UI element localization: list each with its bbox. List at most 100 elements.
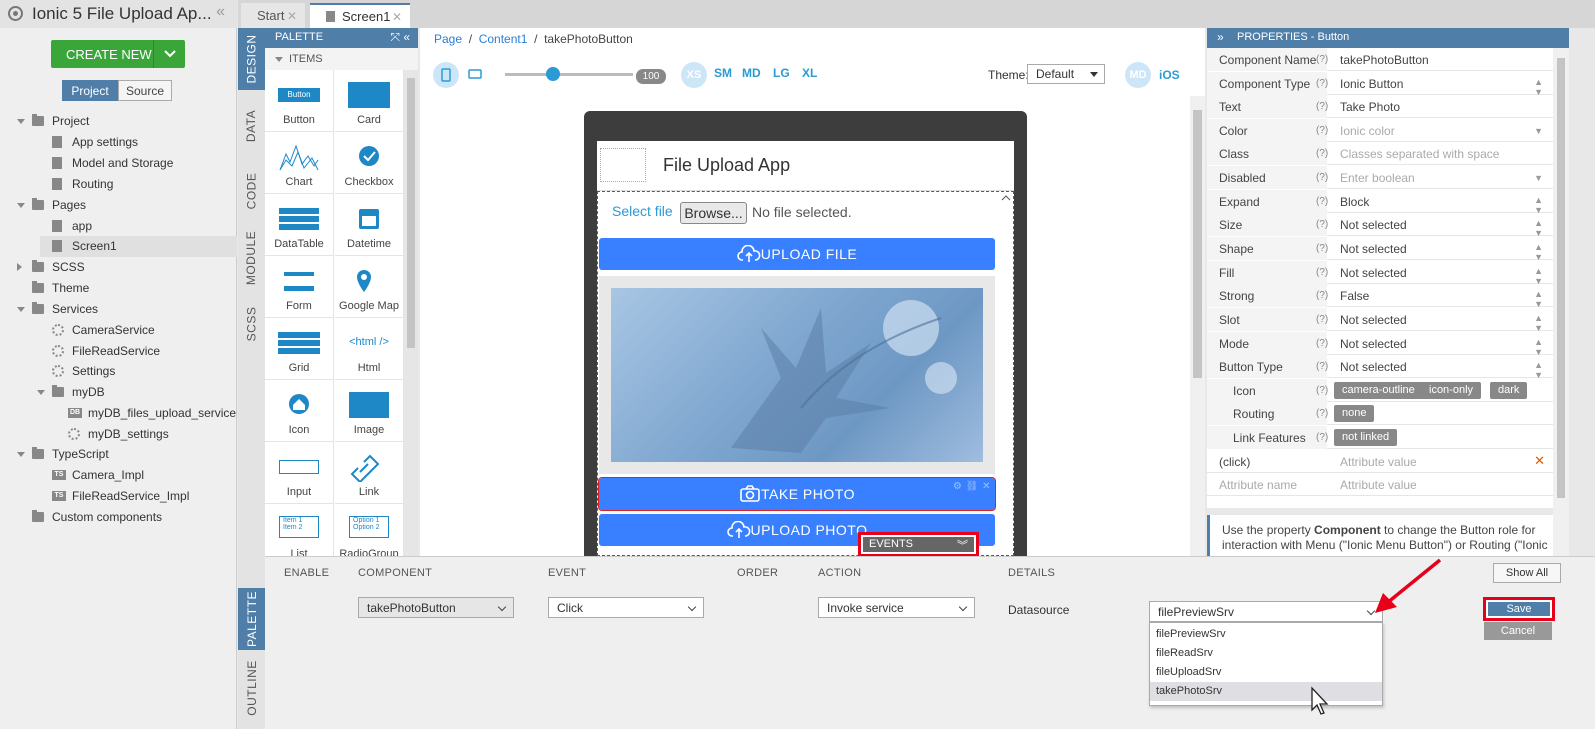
project-tab[interactable]: Project (62, 80, 118, 101)
prop-row-component-name[interactable]: Component Name (?) takePhotoButton (1207, 48, 1553, 71)
prop-row-disabled[interactable]: Disabled (?) Enter boolean ▼ (1207, 166, 1553, 189)
tree-item[interactable]: Screen1 (0, 236, 237, 257)
help-icon[interactable]: (?) (1316, 148, 1328, 159)
spinner-icon[interactable]: ▲ ▼ (1534, 77, 1543, 97)
tab-code[interactable]: CODE (238, 160, 265, 222)
breakpoint-sm[interactable]: SM (714, 66, 732, 80)
select-file-label[interactable]: Select file (612, 203, 673, 219)
close-icon[interactable]: ✕ (1534, 453, 1545, 469)
attribute-name-input[interactable]: Attribute name (1219, 478, 1297, 492)
prop-value[interactable]: Classes separated with space (1340, 147, 1499, 161)
help-icon[interactable]: (?) (1316, 172, 1328, 183)
prop-row-fill[interactable]: Fill (?) Not selected ▲ ▼ (1207, 261, 1553, 286)
prop-row-text[interactable]: Text (?) Take Photo (1207, 95, 1553, 118)
prop-row-strong[interactable]: Strong (?) False ▲ ▼ (1207, 284, 1553, 309)
palette-item-checkbox[interactable]: Checkbox (335, 132, 404, 194)
prop-row-shape[interactable]: Shape (?) Not selected ▲ ▼ (1207, 237, 1553, 262)
double-chevron-right-icon[interactable]: » (1217, 30, 1224, 44)
datasource-select[interactable]: filePreviewSrv (1149, 601, 1383, 622)
breakpoint-md[interactable]: MD (742, 66, 761, 80)
tree-item[interactable]: App settings (0, 132, 237, 153)
tab-start[interactable]: Start ✕ (241, 3, 305, 28)
prop-row-expand[interactable]: Expand (?) Block ▲ ▼ (1207, 190, 1553, 215)
prop-value[interactable]: Take Photo (1340, 100, 1400, 114)
expand-open-icon[interactable] (17, 307, 25, 312)
help-icon[interactable]: (?) (1316, 314, 1328, 325)
prop-row-class[interactable]: Class (?) Classes separated with space (1207, 142, 1553, 165)
element-action-icons[interactable]: ⚙ ⛓ ✕ (953, 481, 991, 492)
tag-camera-outline[interactable]: camera-outline (1334, 382, 1423, 399)
palette-items-toggle[interactable]: ITEMS (265, 48, 418, 70)
tree-item[interactable]: Settings (0, 361, 237, 382)
prop-value[interactable]: False (1340, 289, 1369, 303)
tab-data[interactable]: DATA (238, 95, 265, 157)
spinner-icon[interactable]: ▲ ▼ (1534, 289, 1543, 309)
prop-value[interactable]: Not selected (1340, 266, 1407, 280)
option-takephotosrv[interactable]: takePhotoSrv (1150, 682, 1382, 701)
chevron-down-icon[interactable] (153, 40, 185, 68)
tree-item[interactable]: TS FileReadService_Impl (0, 486, 237, 507)
breadcrumb-page[interactable]: Page (434, 32, 462, 46)
help-icon[interactable]: (?) (1316, 54, 1328, 65)
tag-icon-only[interactable]: icon-only (1421, 382, 1482, 399)
spinner-icon[interactable]: ▲ ▼ (1534, 242, 1543, 262)
tree-item[interactable]: DB myDB_files_upload_service (0, 403, 237, 424)
show-all-button[interactable]: Show All (1493, 563, 1561, 583)
prop-value[interactable]: Ionic color (1340, 124, 1395, 138)
tablet-device-icon[interactable] (468, 68, 482, 80)
tree-item[interactable]: app (0, 216, 237, 237)
tree-item[interactable]: Pages (0, 195, 237, 216)
tree-item[interactable]: myDB (0, 382, 237, 403)
event-select[interactable]: Click (548, 597, 704, 618)
palette-item-radiogroup[interactable]: Option 1 Option 2 RadioGroup (335, 504, 404, 556)
expand-open-icon[interactable] (17, 452, 25, 457)
action-select[interactable]: Invoke service (818, 597, 975, 618)
attribute-value-input[interactable]: Attribute value (1340, 478, 1417, 492)
help-icon[interactable]: (?) (1316, 267, 1328, 278)
tab-module[interactable]: MODULE (238, 225, 265, 291)
tree-item[interactable]: CameraService (0, 320, 237, 341)
tab-screen1[interactable]: Screen1 ✕ (310, 3, 410, 28)
close-icon[interactable]: ✕ (392, 10, 402, 24)
option-filereadsrv[interactable]: fileReadSrv (1150, 644, 1382, 663)
palette-item-input[interactable]: Input (265, 442, 334, 504)
palette-item-datatable[interactable]: DataTable (265, 194, 334, 256)
tag-not-linked[interactable]: not linked (1334, 429, 1398, 446)
palette-item-form[interactable]: Form (265, 256, 334, 318)
prop-value[interactable]: Enter boolean (1340, 171, 1415, 185)
help-icon[interactable]: (?) (1316, 196, 1328, 207)
tree-item[interactable]: Routing (0, 174, 237, 195)
prop-row-component-type[interactable]: Component Type (?) Ionic Button ▲ ▼ (1207, 72, 1553, 97)
palette-item-list[interactable]: Item 1 Item 2 List (265, 504, 334, 556)
tree-item[interactable]: Model and Storage (0, 153, 237, 174)
prop-row-color[interactable]: Color (?) Ionic color ▼ (1207, 119, 1553, 142)
spinner-icon[interactable]: ▲ ▼ (1534, 337, 1543, 357)
upload-file-button[interactable]: UPLOAD FILE (599, 238, 995, 270)
zoom-slider-handle[interactable] (546, 67, 560, 81)
tab-palette[interactable]: PALETTE (238, 588, 265, 650)
caret-down-icon[interactable]: ▼ (1534, 126, 1543, 136)
browse-button[interactable]: Browse... (680, 202, 747, 224)
mode-md-badge[interactable]: MD (1125, 62, 1151, 88)
palette-item-chart[interactable]: Chart (265, 132, 334, 194)
prop-value[interactable]: Not selected (1340, 337, 1407, 351)
option-filepreviewsrv[interactable]: filePreviewSrv (1150, 625, 1382, 644)
canvas-scrollbar[interactable] (1190, 96, 1205, 556)
phone-scrollbar[interactable] (999, 191, 1013, 556)
prop-value[interactable]: Not selected (1340, 360, 1407, 374)
expand-open-icon[interactable] (37, 390, 45, 395)
prop-value[interactable]: Not selected (1340, 218, 1407, 232)
theme-select[interactable]: Default (1027, 64, 1105, 84)
component-select[interactable]: takePhotoButton (358, 597, 514, 618)
help-icon[interactable]: (?) (1316, 78, 1328, 89)
prop-value[interactable]: Not selected (1340, 242, 1407, 256)
expand-closed-icon[interactable] (17, 263, 22, 271)
palette-item-icon[interactable]: Icon (265, 380, 334, 442)
prop-row-size[interactable]: Size (?) Not selected ▲ ▼ (1207, 213, 1553, 238)
prop-row-new-attribute[interactable]: Attribute name Attribute value (1207, 473, 1553, 496)
tag-dark[interactable]: dark (1490, 382, 1528, 399)
tab-scss[interactable]: SCSS (238, 293, 265, 355)
help-icon[interactable]: (?) (1316, 125, 1328, 136)
breakpoint-xl[interactable]: XL (802, 66, 817, 80)
save-button[interactable]: Save (1483, 597, 1555, 621)
